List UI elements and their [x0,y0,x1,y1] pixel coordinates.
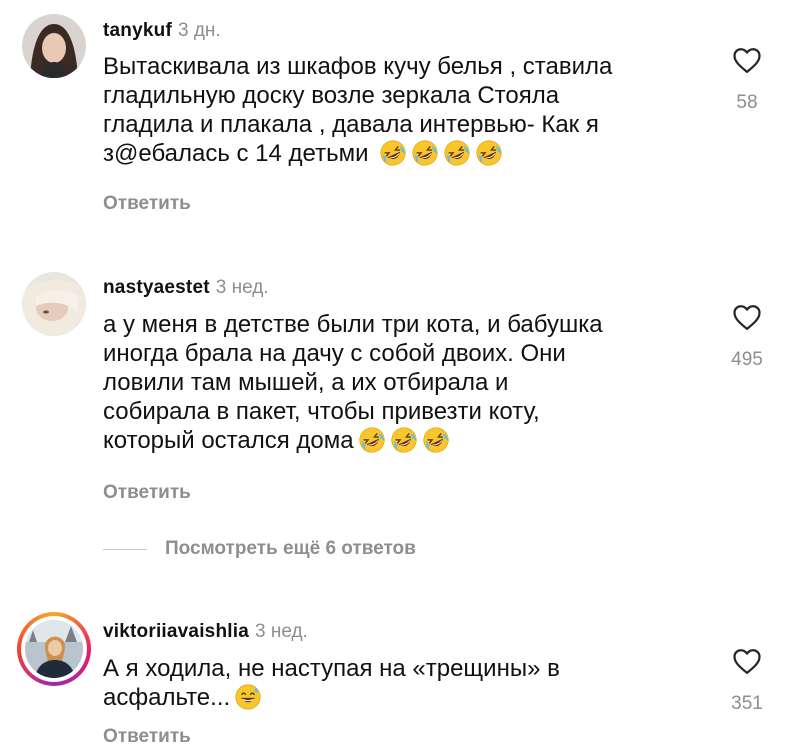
comment-line: гладильную доску возле зеркала Стояла [103,82,560,109]
avatar-viktoriiavaishlia[interactable] [17,612,91,686]
comment-line: Вытаскивала из шкафов кучу белья , стави… [103,53,613,80]
comment-line: з@ебалась с 14 детьми [103,140,369,167]
timestamp: 3 дн. [177,20,221,41]
comment-header: viktoriiavaishlia 3 нед. [103,621,308,643]
heart-outline-icon[interactable] [732,46,762,74]
comment-line: иногда брала на дачу с собой двоих. Они [103,340,566,367]
emoji-group [354,427,450,454]
comment-line-last: з@ебалась с 14 детьми [103,139,703,168]
comment-line: ловили там мышей, а их отбирала и [103,369,509,396]
like-count: 58 [736,92,758,113]
like-block: 58 [722,46,772,114]
comment-line: асфальте... [103,684,231,711]
comment-line: собирала в пакет, чтобы привезти коту, [103,398,540,425]
timestamp: 3 нед. [254,621,308,642]
heart-outline-icon[interactable] [732,647,762,675]
reply-button[interactable]: Ответить [103,193,191,215]
emoji-group [375,140,503,167]
comment-header: nastyaestet 3 нед. [103,277,269,299]
avatar-tanykuf[interactable] [22,14,86,78]
comment-line: а у меня в детстве были три кота, и бабу… [103,311,603,338]
view-more-replies-button[interactable]: Посмотреть ещё 6 ответов [165,538,416,560]
comment-line-last: асфальте... [103,683,703,712]
comment-line: гладила и плакала , давала интервью- Как… [103,111,599,138]
avatar-nastyaestet[interactable] [22,272,86,336]
sweat-smile-emoji [235,684,261,710]
like-block: 495 [722,303,772,371]
rofl-emoji [380,140,406,166]
comment-header: tanykuf 3 дн. [103,20,221,42]
emoji-group [230,684,262,711]
comment-line: А я ходила, не наступая на «трещины» в [103,655,560,682]
rofl-emoji [444,140,470,166]
replies-divider [103,549,147,550]
username[interactable]: tanykuf [103,20,172,41]
comment-text: Вытаскивала из шкафов кучу белья , стави… [103,52,703,168]
reply-button[interactable]: Ответить [103,482,191,504]
rofl-emoji [476,140,502,166]
rofl-emoji [391,427,417,453]
rofl-emoji [359,427,385,453]
reply-button[interactable]: Ответить [103,726,191,748]
like-count: 351 [731,693,763,714]
comment-text: А я ходила, не наступая на «трещины» в а… [103,654,703,712]
like-block: 351 [722,647,772,715]
comment-line: который остался дома [103,427,354,454]
rofl-emoji [423,427,449,453]
rofl-emoji [412,140,438,166]
like-count: 495 [731,349,763,370]
timestamp: 3 нед. [215,277,269,298]
comment-text: а у меня в детстве были три кота, и бабу… [103,310,703,455]
username[interactable]: nastyaestet [103,277,210,298]
comment-line-last: который остался дома [103,426,703,455]
username[interactable]: viktoriiavaishlia [103,621,249,642]
heart-outline-icon[interactable] [732,303,762,331]
